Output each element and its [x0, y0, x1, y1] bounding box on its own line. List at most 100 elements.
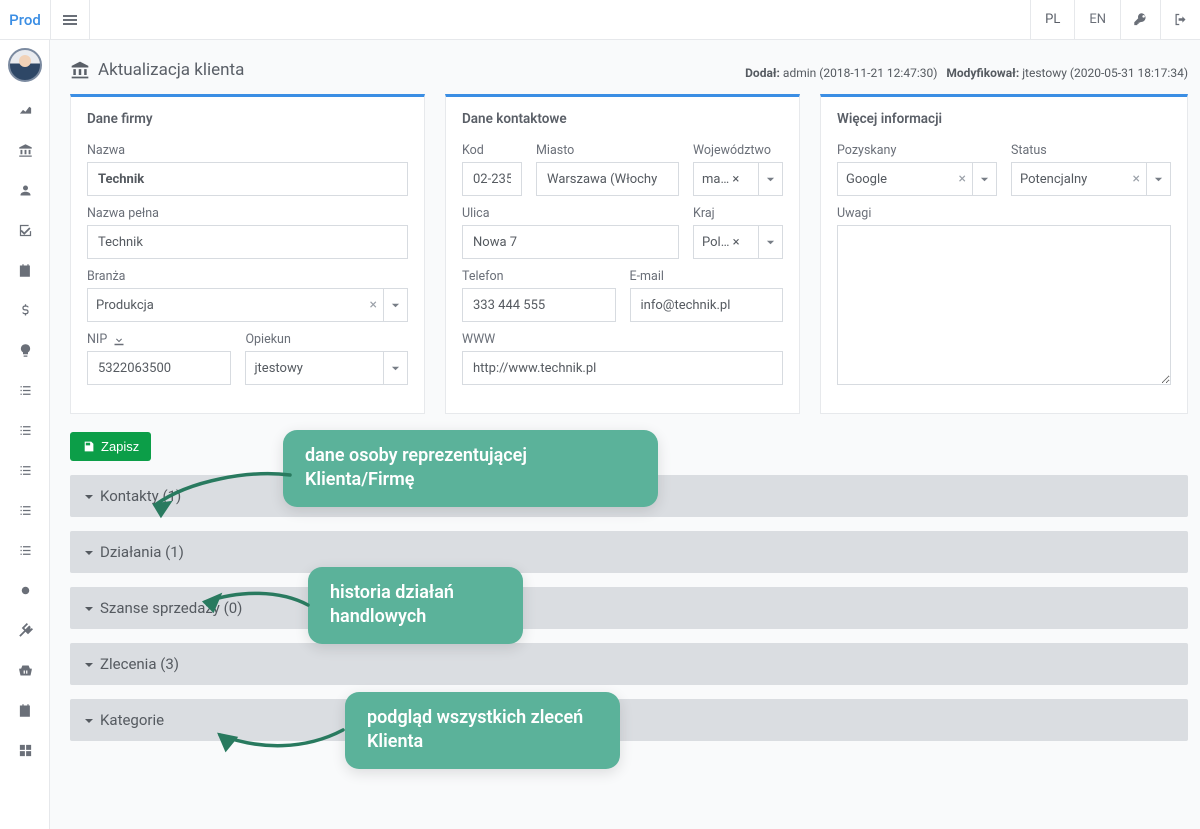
- key-button[interactable]: [1120, 0, 1160, 40]
- company-owner-label: Opiekun: [245, 332, 408, 347]
- annotation-1: dane osoby reprezentującej Klienta/Firmę: [283, 430, 658, 507]
- calendar-icon: [18, 703, 33, 718]
- circle-icon: [18, 583, 33, 598]
- user-icon: [18, 183, 33, 198]
- contact-country-select[interactable]: Pol… ×: [693, 225, 783, 259]
- panel-more: Więcej informacji Pozyskany Google × Sta…: [820, 94, 1188, 414]
- accordion-actions[interactable]: Działania (1): [70, 531, 1188, 573]
- chevron-down-icon[interactable]: [1146, 163, 1170, 195]
- sidebar-item-list-4[interactable]: [0, 490, 50, 530]
- more-status-label: Status: [1011, 143, 1171, 158]
- logout-button[interactable]: [1160, 0, 1200, 40]
- hamburger-button[interactable]: [50, 0, 90, 40]
- contact-phone-label: Telefon: [462, 269, 616, 284]
- avatar[interactable]: [0, 40, 50, 90]
- accordion-categories[interactable]: Kategorie: [70, 699, 1188, 741]
- sidebar-item-dollar[interactable]: [0, 290, 50, 330]
- more-notes-label: Uwagi: [837, 206, 1171, 221]
- contact-city-label: Miasto: [536, 143, 679, 158]
- contact-region-value: ma… ×: [694, 172, 758, 187]
- contact-region-select[interactable]: ma… ×: [693, 162, 783, 196]
- brand[interactable]: Prod: [0, 11, 50, 29]
- sidebar-item-list-5[interactable]: [0, 530, 50, 570]
- contact-city-input[interactable]: [536, 162, 679, 196]
- panel-contact-title: Dane kontaktowe: [462, 111, 783, 127]
- caret-down-icon: [84, 491, 94, 501]
- contact-code-label: Kod: [462, 143, 522, 158]
- chevron-down-icon[interactable]: [972, 163, 996, 195]
- contact-email-input[interactable]: [630, 288, 784, 322]
- grid-icon: [18, 743, 33, 758]
- caret-down-icon: [84, 547, 94, 557]
- accordion-opportunities-title: Szanse sprzedaży (0): [100, 599, 242, 617]
- panel-more-title: Więcej informacji: [837, 111, 1171, 127]
- company-name-input[interactable]: [87, 162, 408, 196]
- save-button[interactable]: Zapisz: [70, 432, 151, 461]
- sidebar-item-calendar[interactable]: [0, 250, 50, 290]
- sidebar-item-chart[interactable]: [0, 90, 50, 130]
- sidebar-item-grid[interactable]: [0, 730, 50, 770]
- company-industry-select[interactable]: Produkcja ×: [87, 288, 408, 322]
- more-notes-textarea[interactable]: [837, 225, 1171, 385]
- more-acquired-value: Google: [838, 172, 953, 187]
- accordion-orders-title: Zlecenia (3): [100, 655, 179, 673]
- list-icon: [18, 383, 33, 398]
- contact-email-label: E-mail: [630, 269, 784, 284]
- company-industry-label: Branża: [87, 269, 408, 284]
- sidebar-item-list-3[interactable]: [0, 450, 50, 490]
- list-icon: [18, 463, 33, 478]
- bulb-icon: [18, 343, 33, 358]
- sidebar-item-calendar-2[interactable]: [0, 690, 50, 730]
- sidebar-item-list-2[interactable]: [0, 410, 50, 450]
- lang-pl-button[interactable]: PL: [1030, 0, 1074, 40]
- sidebar-item-bank[interactable]: [0, 130, 50, 170]
- accordion-categories-title: Kategorie: [100, 711, 164, 729]
- sidebar-item-check[interactable]: [0, 210, 50, 250]
- sidebar-item-circle[interactable]: [0, 570, 50, 610]
- chevron-down-icon[interactable]: [758, 163, 782, 195]
- save-button-label: Zapisz: [101, 439, 139, 454]
- sidebar-item-tools[interactable]: [0, 610, 50, 650]
- panel-contact: Dane kontaktowe Kod Miasto Województwo m…: [445, 94, 800, 414]
- dollar-icon: [18, 303, 33, 318]
- company-nip-label: NIP: [87, 332, 231, 347]
- caret-down-icon: [84, 659, 94, 669]
- page-meta: Dodał: admin (2018-11-21 12:47:30) Modyf…: [745, 66, 1188, 80]
- company-nip-input[interactable]: [87, 351, 231, 385]
- clear-icon[interactable]: ×: [953, 172, 972, 186]
- clear-icon[interactable]: ×: [1127, 172, 1146, 186]
- chevron-down-icon[interactable]: [383, 289, 407, 321]
- company-name-label: Nazwa: [87, 143, 408, 158]
- contact-country-label: Kraj: [693, 206, 783, 221]
- more-acquired-select[interactable]: Google ×: [837, 162, 997, 196]
- download-icon[interactable]: [113, 334, 125, 346]
- sidebar: [0, 40, 50, 829]
- list-icon: [18, 503, 33, 518]
- list-icon: [18, 543, 33, 558]
- sidebar-item-bulb[interactable]: [0, 330, 50, 370]
- sidebar-item-list-1[interactable]: [0, 370, 50, 410]
- page-title: Aktualizacja klienta: [70, 60, 244, 80]
- more-status-select[interactable]: Potencjalny ×: [1011, 162, 1171, 196]
- company-fullname-label: Nazwa pełna: [87, 206, 408, 221]
- contact-street-input[interactable]: [462, 225, 679, 259]
- bank-icon: [18, 143, 33, 158]
- contact-phone-input[interactable]: [462, 288, 616, 322]
- contact-www-input[interactable]: [462, 351, 783, 385]
- check-square-icon: [18, 223, 33, 238]
- chevron-down-icon[interactable]: [758, 226, 782, 258]
- save-icon: [82, 440, 95, 453]
- company-fullname-input[interactable]: [87, 225, 408, 259]
- basket-icon: [18, 663, 33, 678]
- accordion-actions-title: Działania (1): [100, 543, 184, 561]
- contact-code-input[interactable]: [462, 162, 522, 196]
- page-title-text: Aktualizacja klienta: [98, 60, 244, 80]
- company-owner-select[interactable]: jtestowy: [245, 351, 408, 385]
- sidebar-item-basket[interactable]: [0, 650, 50, 690]
- lang-en-button[interactable]: EN: [1074, 0, 1120, 40]
- accordion-opportunities[interactable]: Szanse sprzedaży (0): [70, 587, 1188, 629]
- sidebar-item-user[interactable]: [0, 170, 50, 210]
- accordion-orders[interactable]: Zlecenia (3): [70, 643, 1188, 685]
- clear-icon[interactable]: ×: [364, 298, 383, 312]
- chevron-down-icon[interactable]: [383, 352, 407, 384]
